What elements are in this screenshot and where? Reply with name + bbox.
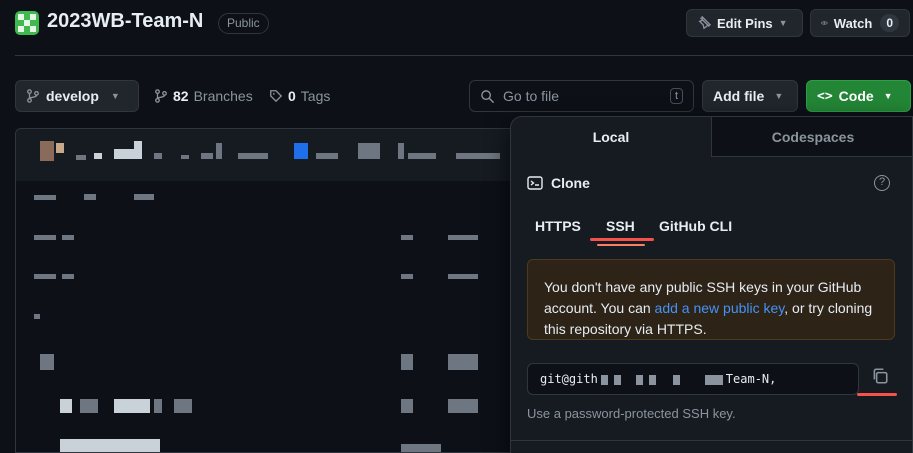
shortcut-key: t [669, 88, 683, 104]
tag-icon [270, 90, 283, 103]
clone-heading: Clone [527, 175, 590, 191]
tab-ssh[interactable]: SSH [606, 218, 635, 234]
ssh-active-indicator [597, 244, 645, 246]
chevron-down-icon: ▼ [883, 91, 893, 101]
watch-label: Watch [833, 15, 873, 31]
tags-count: 0 [288, 88, 296, 104]
repo-logo-icon [15, 11, 39, 35]
tab-github-cli[interactable]: GitHub CLI [659, 218, 732, 234]
clone-url-start: git@gith [540, 372, 598, 386]
code-dropdown: Local Codespaces Clone ? HTTPS SSH GitHu… [510, 116, 913, 453]
dropdown-tabs: Local Codespaces [511, 117, 912, 157]
chevron-down-icon: ▼ [778, 18, 788, 28]
chevron-down-icon: ▼ [774, 91, 784, 101]
branches-label: Branches [193, 88, 253, 104]
code-button[interactable]: <> Code ▼ [806, 80, 911, 112]
branches-count: 82 [173, 88, 189, 104]
pin-icon [698, 16, 711, 30]
header-divider [15, 55, 913, 56]
latest-commit-bar [16, 129, 514, 181]
watch-button[interactable]: Watch 0 [810, 9, 910, 37]
copy-icon[interactable] [871, 367, 893, 389]
file-list [15, 128, 515, 453]
add-file-label: Add file [713, 88, 765, 104]
branch-selector[interactable]: develop ▼ [15, 80, 139, 112]
visibility-badge: Public [218, 13, 269, 34]
ssh-annotation-underline [590, 238, 654, 241]
edit-pins-label: Edit Pins [717, 15, 773, 31]
ssh-hint: Use a password-protected SSH key. [527, 406, 736, 421]
terminal-icon [527, 176, 543, 190]
clone-url-end: Team-N, [725, 372, 777, 386]
copy-annotation-underline [857, 393, 897, 396]
add-file-button[interactable]: Add file ▼ [702, 80, 798, 112]
go-to-file-placeholder: Go to file [503, 88, 560, 104]
clone-label: Clone [551, 175, 590, 191]
add-ssh-key-link[interactable]: add a new public key [655, 300, 785, 316]
git-branch-icon [27, 89, 39, 103]
chevron-down-icon: ▼ [110, 91, 120, 101]
watch-count: 0 [880, 14, 899, 32]
tab-https[interactable]: HTTPS [535, 218, 581, 234]
code-icon: <> [817, 88, 833, 104]
eye-icon [821, 21, 828, 25]
tags-link[interactable]: 0 Tags [269, 88, 330, 104]
search-icon [481, 89, 495, 103]
question-icon[interactable]: ? [874, 175, 890, 191]
tab-local[interactable]: Local [511, 117, 711, 157]
edit-pins-button[interactable]: Edit Pins ▼ [686, 9, 803, 37]
clone-url-field[interactable]: git@gith Team-N, [527, 363, 859, 395]
code-label: Code [838, 88, 874, 104]
ssh-key-warning: You don't have any public SSH keys in yo… [527, 259, 895, 340]
dropdown-divider [511, 440, 912, 441]
tab-codespaces[interactable]: Codespaces [711, 117, 912, 157]
branch-name: develop [46, 88, 99, 104]
tags-label: Tags [300, 88, 331, 104]
git-branch-icon [155, 89, 167, 103]
repo-title[interactable]: 2023WB-Team-N [47, 10, 203, 33]
go-to-file-input[interactable]: Go to file t [469, 80, 694, 112]
branches-link[interactable]: 82 Branches [154, 88, 253, 104]
